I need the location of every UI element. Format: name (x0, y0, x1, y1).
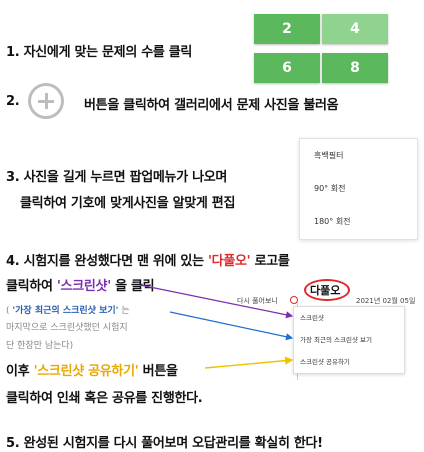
arrow-purple (139, 284, 294, 319)
step-5-text: 5. 완성된 시험지를 다시 풀어보며 오답관리를 확실히 한다! (6, 436, 323, 451)
annotation-arrows (139, 284, 294, 369)
arrow-yellow (204, 356, 294, 369)
arrow-blue (169, 311, 294, 341)
